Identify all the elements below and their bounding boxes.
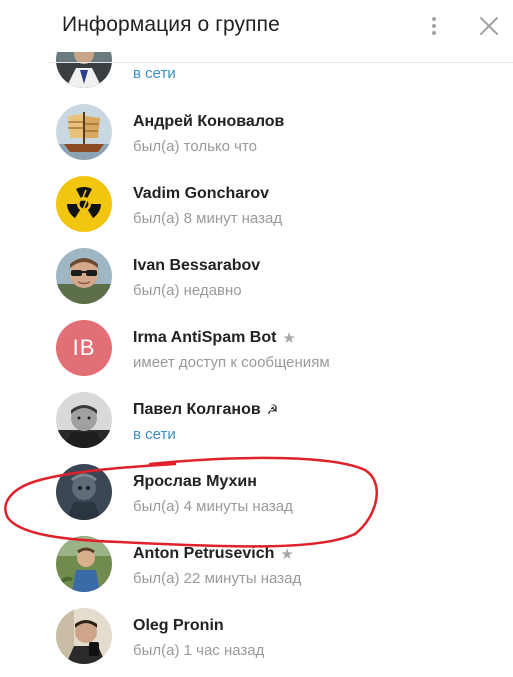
member-status: был(а) 22 минуты назад [133, 570, 302, 587]
close-icon[interactable] [476, 12, 502, 40]
page-title: Информация о группе [62, 13, 280, 36]
member-name-row: Oleg Pronin [133, 617, 224, 635]
member-name-row: Павел Колганов ☭ [133, 401, 278, 419]
avatar[interactable]: IB [56, 320, 112, 376]
member-name: Anton Petrusevich [133, 545, 275, 562]
member-name: Ярослав Мухин [133, 473, 257, 490]
member-list[interactable]: в сети Андрей Коновалов был(а) только чт… [0, 0, 513, 677]
avatar[interactable] [56, 176, 112, 232]
member-status: в сети [133, 426, 176, 443]
avatar[interactable] [56, 608, 112, 664]
member-item[interactable]: IB Irma AntiSpam Bot ★ имеет доступ к со… [0, 312, 513, 384]
member-name-row: Ivan Bessarabov [133, 257, 260, 275]
avatar-initials: IB [56, 320, 112, 376]
member-item[interactable]: Anton Petrusevich ★ был(а) 22 минуты наз… [0, 528, 513, 600]
member-status: был(а) недавно [133, 282, 242, 299]
member-name: Ivan Bessarabov [133, 257, 261, 274]
member-status: в сети [133, 65, 176, 82]
member-name-row: Vadim Goncharov [133, 185, 269, 203]
star-icon: ★ [282, 329, 296, 347]
header-divider [48, 62, 513, 63]
member-name-row: Anton Petrusevich ★ [133, 545, 294, 563]
member-name-row: Irma AntiSpam Bot ★ [133, 329, 296, 347]
member-item[interactable]: Vadim Goncharov был(а) 8 минут назад [0, 168, 513, 240]
member-item[interactable]: Ivan Bessarabov был(а) недавно [0, 240, 513, 312]
avatar[interactable] [56, 392, 112, 448]
header: Информация о группе [0, 0, 513, 52]
member-item[interactable]: Oleg Pronin был(а) 1 час назад [0, 600, 513, 672]
member-status: был(а) только что [133, 138, 258, 155]
avatar[interactable] [56, 536, 112, 592]
member-status: имеет доступ к сообщениям [133, 354, 330, 371]
member-name: Vadim Goncharov [133, 185, 270, 202]
star-icon: ★ [280, 545, 294, 563]
member-item[interactable]: Ярослав Мухин был(а) 4 минуты назад [0, 456, 513, 528]
member-name: Irma AntiSpam Bot [133, 329, 277, 346]
member-status: был(а) 8 минут назад [133, 210, 283, 227]
group-info-panel: в сети Андрей Коновалов был(а) только чт… [0, 0, 513, 677]
member-name: Андрей Коновалов [133, 113, 285, 130]
member-status: был(а) 1 час назад [133, 642, 265, 659]
hammer-sickle-icon: ☭ [266, 402, 279, 417]
member-name-row: Андрей Коновалов [133, 113, 284, 131]
member-item[interactable]: Андрей Коновалов был(а) только что [0, 96, 513, 168]
member-name: Павел Колганов [133, 401, 261, 418]
avatar[interactable] [56, 248, 112, 304]
avatar[interactable] [56, 104, 112, 160]
member-name-row: Ярослав Мухин [133, 473, 257, 491]
member-status: был(а) 4 минуты назад [133, 498, 293, 515]
member-item[interactable]: Павел Колганов ☭ в сети [0, 384, 513, 456]
avatar[interactable] [56, 464, 112, 520]
member-name: Oleg Pronin [133, 617, 224, 634]
more-vertical-icon[interactable] [423, 12, 445, 40]
